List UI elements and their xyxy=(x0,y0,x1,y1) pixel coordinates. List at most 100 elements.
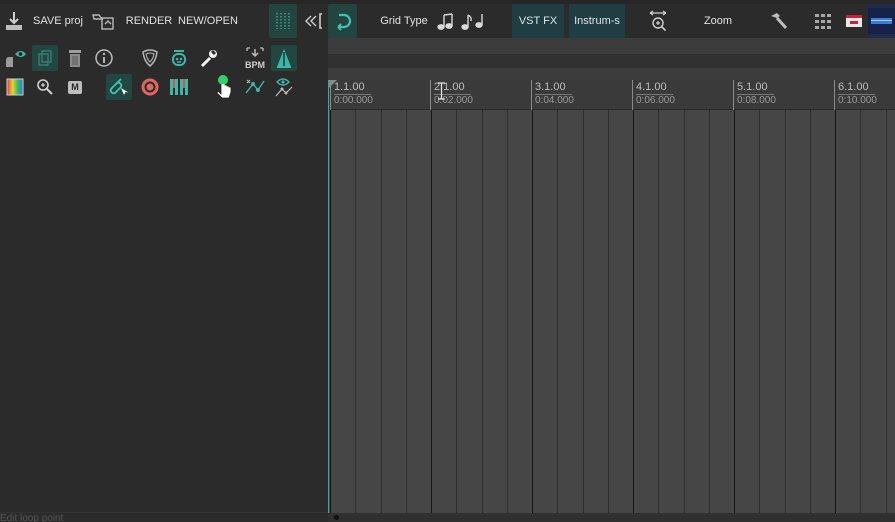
beat-grid-line xyxy=(583,110,584,513)
wrench-icon xyxy=(200,50,217,68)
arrange-view[interactable]: 1.1.00 0:00.000 2.1.00 0:02.000 3.1.00 0… xyxy=(328,38,895,522)
loop-icon xyxy=(336,13,351,31)
ruler-time-label: 0:00.000 xyxy=(334,95,373,106)
ruler-time-label: 0:06.000 xyxy=(636,95,675,106)
beat-grid-line xyxy=(381,110,382,513)
beat-grid-line xyxy=(658,110,659,513)
ruler-marker[interactable]: 2.1.00 0:02.000 xyxy=(430,80,473,110)
dot-grid-icon xyxy=(815,14,831,29)
beat-grid-line xyxy=(482,110,483,513)
grid-type-label: Grid Type xyxy=(380,15,428,27)
ruler-bar-label: 5.1.00 xyxy=(737,81,774,95)
link-pointer-icon xyxy=(109,78,129,95)
note-length-selector[interactable] xyxy=(436,4,488,38)
snap-edit-button[interactable] xyxy=(106,74,132,100)
eye-envelope-icon xyxy=(275,78,293,97)
ruler-bar-label: 1.1.00 xyxy=(334,81,371,95)
timeline-ruler[interactable]: 1.1.00 0:00.000 2.1.00 0:02.000 3.1.00 0… xyxy=(328,80,895,110)
ruler-marker[interactable]: 5.1.00 0:08.000 xyxy=(733,80,776,110)
color-palette-button[interactable] xyxy=(2,74,28,100)
play-cursor[interactable] xyxy=(328,80,329,513)
loop-toggle-button[interactable] xyxy=(328,4,357,38)
app-thumbnail-icon xyxy=(868,8,895,34)
ruler-time-label: 0:08.000 xyxy=(737,95,776,106)
beat-grid-line xyxy=(759,110,760,513)
track-control-panel: BPM M xyxy=(0,38,328,522)
zoom-fit-button[interactable] xyxy=(644,4,672,38)
window-icon xyxy=(846,15,862,27)
mixer-grid-button[interactable] xyxy=(810,4,836,38)
color-palette-icon xyxy=(6,78,24,96)
zoom-fit-icon xyxy=(649,10,667,32)
tuner-button[interactable] xyxy=(271,45,297,71)
skip-to-start-icon xyxy=(305,13,322,29)
pick-button[interactable] xyxy=(137,45,163,71)
download-tray-icon xyxy=(6,12,22,30)
piano-keys-icon xyxy=(170,79,188,95)
ruler-marker[interactable]: 4.1.00 0:06.000 xyxy=(632,80,675,110)
midi-badge-icon: M xyxy=(68,80,82,94)
new-open-button[interactable]: NEW/OPEN xyxy=(178,4,238,38)
beat-grid-line xyxy=(709,110,710,513)
beat-grid-line xyxy=(608,110,609,513)
metronome-button[interactable] xyxy=(166,45,192,71)
trash-icon xyxy=(69,50,81,67)
window-button[interactable] xyxy=(842,4,866,38)
beat-grid-line xyxy=(507,110,508,513)
envelope-points-icon xyxy=(245,79,265,94)
horizontal-scrollbar[interactable] xyxy=(328,513,895,522)
touch-mode-button[interactable] xyxy=(211,74,237,100)
track-grid[interactable] xyxy=(328,110,895,513)
bpm-button[interactable]: BPM xyxy=(242,45,268,71)
visibility-toggle-button[interactable] xyxy=(2,45,28,71)
guitar-pick-icon xyxy=(142,49,158,67)
loop-start-marker-icon[interactable] xyxy=(329,80,337,88)
delete-button[interactable] xyxy=(62,45,88,71)
save-project-button[interactable] xyxy=(2,4,26,38)
ruler-marker[interactable]: 6.1.00 0:10.000 xyxy=(834,80,877,110)
record-button[interactable] xyxy=(137,74,163,100)
beat-grid-line xyxy=(406,110,407,513)
grid-lines-icon xyxy=(276,13,290,29)
bar-grid-line xyxy=(633,110,634,513)
bar-grid-line xyxy=(532,110,533,513)
envelope-visibility-button[interactable] xyxy=(271,74,297,100)
hand-pointer-icon xyxy=(216,75,232,99)
ruler-marker[interactable]: 3.1.00 0:04.000 xyxy=(531,80,574,110)
scrollbar-thumb[interactable] xyxy=(334,515,339,520)
render-label[interactable]: RENDER xyxy=(126,4,172,38)
render-button[interactable] xyxy=(88,4,118,38)
vst-fx-button[interactable]: VST FX xyxy=(512,4,564,38)
skip-to-start-button[interactable] xyxy=(300,4,326,38)
bar-grid-line xyxy=(835,110,836,513)
save-project-label[interactable]: SAVE proj xyxy=(33,4,83,38)
piano-button[interactable] xyxy=(166,74,192,100)
ruler-time-label: 0:10.000 xyxy=(838,95,877,106)
midi-button[interactable]: M xyxy=(62,74,88,100)
info-button[interactable] xyxy=(91,45,117,71)
bar-grid-line xyxy=(330,110,331,513)
app-thumbnail[interactable] xyxy=(868,4,895,38)
copy-icon xyxy=(38,50,52,66)
beat-grid-line xyxy=(886,110,887,513)
settings-wrench-button[interactable] xyxy=(196,45,222,71)
text-cursor-icon xyxy=(438,82,445,100)
bpm-text: BPM xyxy=(245,60,265,70)
zoom-in-button[interactable] xyxy=(32,74,58,100)
music-notes-icon xyxy=(437,13,483,30)
ruler-top-strip[interactable] xyxy=(328,54,895,68)
grid-toggle-button[interactable] xyxy=(269,4,297,38)
copy-button[interactable] xyxy=(32,45,58,71)
ruler-time-label: 0:04.000 xyxy=(535,95,574,106)
bpm-icon: BPM xyxy=(245,47,265,70)
render-icon xyxy=(92,14,114,30)
zoom-label[interactable]: Zoom xyxy=(698,4,738,38)
envelope-button[interactable] xyxy=(242,74,268,100)
robot-face-icon xyxy=(172,50,186,66)
hammer-button[interactable] xyxy=(764,4,792,38)
ruler-bar-label: 3.1.00 xyxy=(535,81,572,95)
beat-grid-line xyxy=(810,110,811,513)
eye-icon xyxy=(6,51,26,67)
ruler-bar-label: 6.1.00 xyxy=(838,81,875,95)
instruments-button[interactable]: Instrum-s xyxy=(569,4,625,38)
